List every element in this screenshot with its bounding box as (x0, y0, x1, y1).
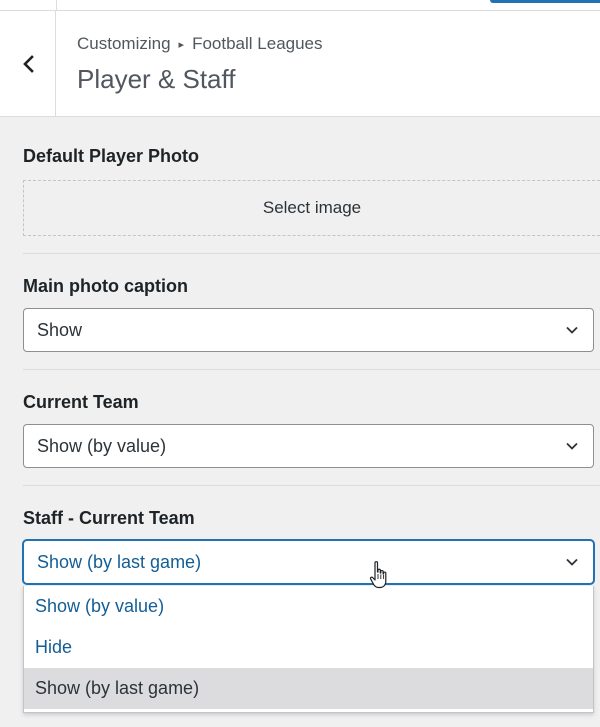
back-button[interactable] (0, 11, 56, 116)
breadcrumb: Customizing ▸ Football Leagues (77, 34, 323, 54)
default-photo-label: Default Player Photo (23, 146, 200, 166)
chevron-down-icon (566, 558, 578, 566)
panel-title: Player & Staff (77, 64, 236, 94)
breadcrumb-section: Football Leagues (192, 34, 323, 53)
breadcrumb-separator: ▸ (178, 38, 185, 51)
staff-current-team-label: Staff - Current Team (23, 508, 195, 528)
current-team-select[interactable]: Show (by value) (23, 424, 594, 468)
section-divider (23, 485, 600, 486)
current-team-value: Show (by value) (37, 435, 167, 456)
top-strip (0, 0, 600, 11)
chevron-down-icon (566, 326, 578, 334)
breadcrumb-root: Customizing (77, 34, 171, 53)
section-divider (23, 369, 600, 370)
section-divider (23, 253, 600, 254)
main-caption-value: Show (37, 319, 83, 340)
dropdown-option[interactable]: Hide (24, 627, 593, 668)
main-caption-select[interactable]: Show (23, 308, 594, 352)
chevron-left-icon (22, 54, 34, 73)
dropdown-option[interactable]: Show (by value) (24, 586, 593, 627)
main-caption-label: Main photo caption (23, 276, 188, 296)
dropdown-option-selected[interactable]: Show (by last game) (24, 668, 593, 709)
select-image-button[interactable]: Select image (23, 180, 600, 236)
staff-current-team-value: Show (by last game) (37, 551, 202, 572)
chevron-down-icon (566, 442, 578, 450)
staff-current-team-dropdown: Show (by value) Hide Show (by last game) (23, 586, 594, 713)
publish-button-edge[interactable] (490, 0, 600, 3)
panel-header: Customizing ▸ Football Leagues Player & … (0, 11, 600, 117)
current-team-label: Current Team (23, 392, 139, 412)
hand-pointer-cursor-icon (369, 561, 387, 589)
staff-current-team-select[interactable]: Show (by last game) (23, 540, 594, 584)
top-divider (56, 0, 57, 11)
